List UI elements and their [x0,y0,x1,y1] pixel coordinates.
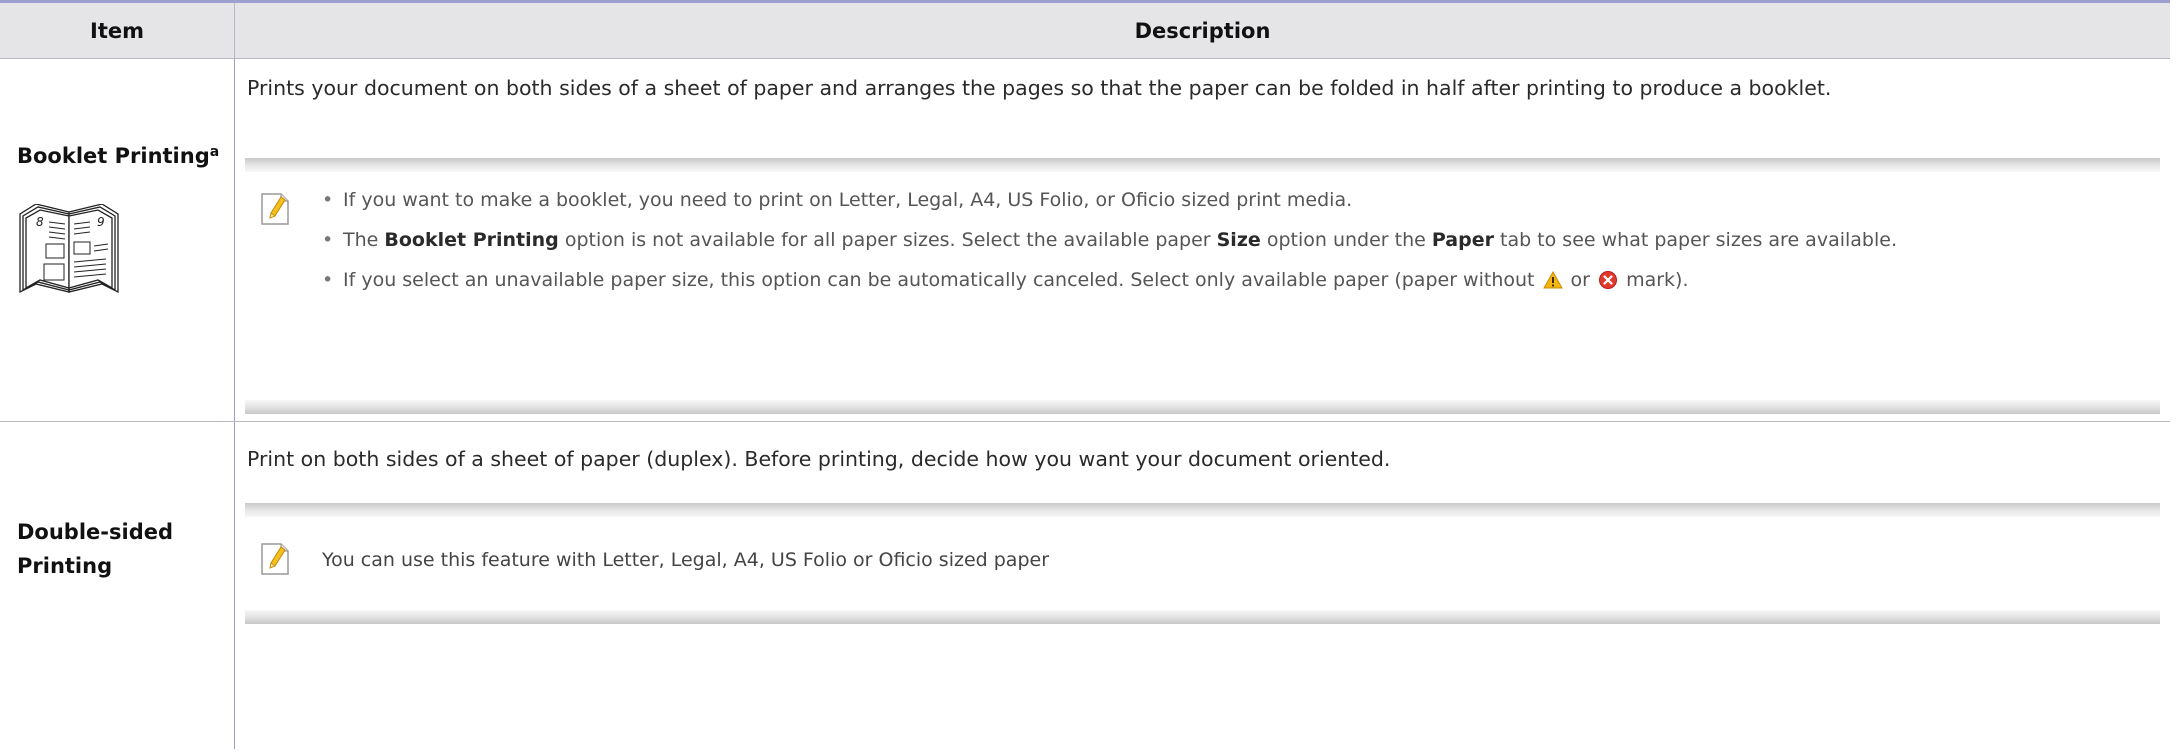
note-bullet: If you want to make a booklet, you need … [322,185,2150,216]
note-bullet: The Booklet Printing option is not avail… [322,225,2150,256]
item-title-line: Printing [17,554,113,578]
table-row: Booklet Printinga 8 9 Prints your docume… [0,59,2170,422]
note-bottom-bar [245,610,2160,624]
error-icon [1599,271,1618,289]
note-top-bar [245,158,2160,172]
bullet-text: option is not available for all paper si… [558,229,1217,251]
header-description: Description [1134,18,1271,43]
booklet-description: Prints your document on both sides of a … [247,76,1832,100]
bullet-text: The [343,229,385,251]
double-sided-description: Print on both sides of a sheet of paper … [247,447,1391,471]
note-pencil-icon [261,543,289,575]
note-top-bar [245,503,2160,517]
note-text: You can use this feature with Letter, Le… [322,549,1050,571]
note-bullet: If you select an unavailable paper size,… [322,265,2150,296]
note-bullets: If you want to make a booklet, you need … [322,185,2150,305]
item-title-booklet: Booklet Printinga [17,139,219,173]
warning-icon [1542,270,1563,289]
bullet-text: tab to see what paper sizes are availabl… [1493,229,1897,251]
item-title-text: Booklet Printing [17,144,210,168]
bullet-text: or [1564,269,1597,291]
bullet-text: If you select an unavailable paper size,… [343,269,1541,291]
bullet-text: option under the [1260,229,1432,251]
note-box: If you want to make a booklet, you need … [245,158,2160,414]
booklet-icon: 8 9 [19,204,119,294]
description-cell: Print on both sides of a sheet of paper … [235,422,2170,749]
item-title-line: Double-sided [17,520,174,544]
bullet-text: mark). [1620,269,1689,291]
note-box: You can use this feature with Letter, Le… [245,503,2160,624]
bullet-bold: Size [1216,229,1261,251]
table-row: Double-sided Printing Print on both side… [0,422,2170,749]
document-page: Item Description Booklet Printinga 8 9 P… [0,0,2178,751]
description-cell: Prints your document on both sides of a … [235,59,2170,421]
item-title-double-sided: Double-sided Printing [17,515,173,583]
note-pencil-icon [261,193,289,225]
page-number-left: 8 [36,215,44,229]
header-item: Item [0,3,235,58]
page-number-right: 9 [97,215,105,229]
bullet-bold: Booklet Printing [384,229,559,251]
item-cell: Double-sided Printing [0,422,235,749]
table-header: Item Description [0,3,2170,59]
item-cell: Booklet Printinga 8 9 [0,59,235,421]
footnote-marker: a [209,144,220,160]
note-bottom-bar [245,400,2160,414]
bullet-bold: Paper [1431,229,1494,251]
feature-table: Item Description Booklet Printinga 8 9 P… [0,0,2170,749]
